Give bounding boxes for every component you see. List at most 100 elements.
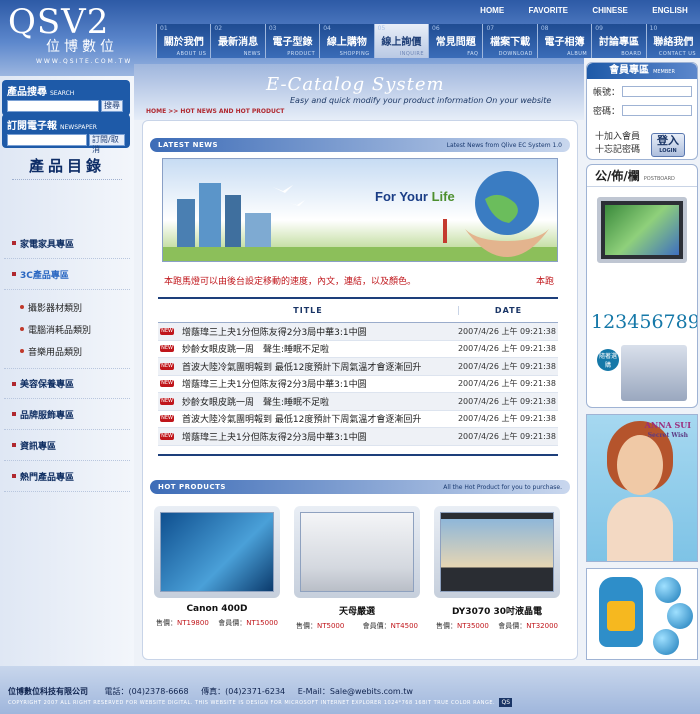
nav-item-product[interactable]: 03 電子型錄 PRODUCT: [264, 24, 320, 58]
product-card[interactable]: 天母嚴選 售價：NT5000 會員價：NT4500: [294, 506, 420, 646]
newsletter-email-input[interactable]: [7, 134, 87, 146]
category-item[interactable]: 品牌服飾專區: [4, 399, 130, 430]
promo-badge: 隨著選購: [597, 349, 619, 371]
newsletter-button[interactable]: 訂閱/取消: [89, 134, 125, 154]
price-label: 售價：: [296, 622, 317, 630]
category-item[interactable]: 熱門產品專區: [4, 461, 130, 492]
price-label: 售價：: [436, 622, 457, 630]
nav-en: SHOPPING: [339, 51, 370, 57]
account-input[interactable]: [622, 86, 693, 97]
category-item[interactable]: 美容保養專區: [4, 368, 130, 399]
category-label: 家電家具專區: [20, 239, 75, 250]
member-price-group: 會員價：NT4500: [363, 621, 418, 631]
product-card[interactable]: DY3070 30吋液晶電 售價：NT35000 會員價：NT32000: [434, 506, 560, 646]
backpack-image: [599, 577, 643, 647]
category-item[interactable]: 3C產品專區: [4, 259, 130, 290]
table-row[interactable]: NEW 首波大陸冷氣團明報到 最低12度預計下周氣溫才會逐漸回升 2007/4/26…: [158, 358, 558, 376]
nav-item-download[interactable]: 07 檔案下載 DOWNLOAD: [482, 24, 537, 58]
search-input[interactable]: [7, 100, 99, 112]
footer: 位博數位科技有限公司 電話：(04)2378-6668 傳真：(04)2371-…: [0, 666, 700, 714]
nav-num: 02: [214, 25, 223, 32]
top-link-favorite[interactable]: FAVORITE: [529, 6, 568, 20]
top-link-english[interactable]: ENGLISH: [652, 6, 688, 20]
hot-products-title: HOT PRODUCTS: [158, 483, 226, 491]
news-title[interactable]: 增蔭瑋三上夬1分但陈友得2分3局中華3:1中圆: [182, 377, 450, 390]
nav-item-about[interactable]: 01 關於我們 ABOUT US: [156, 24, 211, 58]
news-table-header: TITLE DATE: [158, 297, 558, 323]
banner-subtitle: Easy and quick modify your product infor…: [290, 96, 552, 105]
product-name[interactable]: DY3070 30吋液晶電: [434, 604, 560, 617]
nav-en: CONTACT US: [658, 51, 697, 57]
tv-image[interactable]: [597, 197, 687, 263]
member-price-label: 會員價：: [362, 622, 391, 630]
site-logo[interactable]: QSV2 位博數位 WWW.QSITE.COM.TW: [8, 4, 148, 70]
join-member-link[interactable]: 十加入會員: [595, 131, 640, 144]
news-title[interactable]: 首波大陸冷氣團明報到 最低12度預計下周氣溫才會逐漸回升: [182, 360, 450, 373]
nav-item-inquire[interactable]: 05 線上詢價 INQUIRE: [373, 24, 429, 58]
nav-item-album[interactable]: 08 電子相簿 ALBUM: [536, 24, 592, 58]
computer-image[interactable]: [621, 345, 687, 401]
news-title[interactable]: 增蔭瑋三上夬1分但陈友得2分3局中華3:1中圆: [182, 430, 450, 443]
ball-icon: [667, 603, 693, 629]
product-image[interactable]: [160, 512, 274, 592]
backpack-pocket: [607, 601, 635, 631]
subcategory-item[interactable]: 音樂用品類別: [4, 340, 130, 362]
news-title[interactable]: 首波大陸冷氣團明報到 最低12度預計下周氣溫才會逐漸回升: [182, 412, 450, 425]
table-row[interactable]: NEW 妙齡女眼皮跳一周 聲生:睡眠不足啦 2007/4/26 上午 09:21:3…: [158, 341, 558, 358]
news-title[interactable]: 妙齡女眼皮跳一周 聲生:睡眠不足啦: [182, 395, 450, 408]
member-login-panel: 會員專區 MEMBER 帳號： 密碼： 十加入會員 十忘記密碼 登入 LOGIN: [586, 62, 698, 160]
news-date: 2007/4/26 上午 09:21:38: [457, 379, 556, 389]
forgot-password-link[interactable]: 十忘記密碼: [595, 144, 640, 157]
breadcrumb: HOME >> HOT NEWS AND HOT PRODUCT: [146, 108, 285, 115]
subcategory-item[interactable]: 攝影器材類別: [4, 296, 130, 318]
news-banner-image: For Your Life: [162, 158, 558, 262]
nav-en: DOWNLOAD: [498, 51, 533, 57]
nav-item-news[interactable]: 02 最新消息 NEWS: [210, 24, 265, 58]
top-link-home[interactable]: HOME: [480, 6, 504, 20]
product-image[interactable]: [440, 512, 554, 592]
marquee-text-repeat[interactable]: 本跑: [536, 274, 554, 287]
table-row[interactable]: NEW 增蔭瑋三上夬1分但陈友得2分3局中華3:1中圆 2007/4/26 上午 0…: [158, 323, 558, 341]
nav-en: ABOUT US: [176, 51, 207, 57]
news-title[interactable]: 妙齡女眼皮跳一周 聲生:睡眠不足啦: [182, 342, 450, 355]
product-image[interactable]: [300, 512, 414, 592]
table-row[interactable]: NEW 首波大陸冷氣團明報到 最低12度預計下周氣溫才會逐漸回升 2007/4/26…: [158, 411, 558, 428]
new-badge: NEW: [160, 362, 174, 370]
member-header: 會員專區 MEMBER: [587, 63, 697, 79]
latest-news-bar: LATEST NEWS Latest News from Qlive EC Sy…: [150, 138, 570, 152]
marquee-text[interactable]: 本跑馬燈可以由後台設定移動的速度，內文，連結，以及顏色。: [164, 274, 416, 287]
perfume-ad[interactable]: ANNA SUI Secret Wish: [586, 414, 698, 562]
postboard-panel: 公/佈/欄 POSTBOARD 123456789 隨著選購: [586, 164, 698, 408]
product-card[interactable]: Canon 400D 售價：NT19800 會員價：NT15000: [154, 506, 280, 646]
category-item[interactable]: 資訊專區: [4, 430, 130, 461]
category-item[interactable]: 家電家具專區: [4, 228, 130, 259]
table-row[interactable]: NEW 增蔭瑋三上夬1分但陈友得2分3局中華3:1中圆 2007/4/26 上午 0…: [158, 428, 558, 446]
nav-label: 討論專區: [598, 37, 639, 48]
table-row[interactable]: NEW 增蔭瑋三上夬1分但陈友得2分3局中華3:1中圆 2007/4/26 上午 0…: [158, 376, 558, 393]
bullet-icon: [12, 474, 16, 478]
postboard-title-en: POSTBOARD: [643, 176, 675, 182]
ad-brand-sub: Secret Wish: [647, 432, 688, 439]
login-button[interactable]: 登入 LOGIN: [651, 133, 685, 157]
nav-item-contact[interactable]: 10 聯絡我們 CONTACT US: [645, 24, 700, 58]
product-frame: [154, 506, 280, 598]
main-nav: 01 關於我們 ABOUT US 02 最新消息 NEWS 03 電子型錄 PRODUCT …: [156, 24, 700, 58]
top-links: HOME FAVORITE CHINESE ENGLISH: [468, 6, 700, 20]
nav-item-board[interactable]: 09 討論專區 BOARD: [591, 24, 646, 58]
password-input[interactable]: [622, 105, 693, 116]
product-name[interactable]: Canon 400D: [154, 604, 280, 614]
footer-email[interactable]: E-Mail：Sale@webits.com.tw: [298, 687, 413, 696]
model-face: [617, 435, 663, 495]
new-badge: NEW: [160, 345, 174, 353]
nav-item-shopping[interactable]: 04 線上購物 SHOPPING: [319, 24, 374, 58]
backpack-ad[interactable]: [586, 568, 698, 660]
price-label: 售價：: [156, 619, 177, 627]
product-name[interactable]: 天母嚴選: [294, 604, 420, 617]
news-title[interactable]: 增蔭瑋三上夬1分但陈友得2分3局中華3:1中圆: [182, 325, 450, 338]
top-link-chinese[interactable]: CHINESE: [592, 6, 628, 20]
nav-item-faq[interactable]: 06 常見問題 FAQ: [428, 24, 483, 58]
search-button[interactable]: 搜尋: [101, 100, 123, 112]
table-row[interactable]: NEW 妙齡女眼皮跳一周 聲生:睡眠不足啦 2007/4/26 上午 09:21:3…: [158, 393, 558, 411]
subcategory-item[interactable]: 電腦消耗品類別: [4, 318, 130, 340]
caption-part-a: For Your: [375, 189, 432, 204]
